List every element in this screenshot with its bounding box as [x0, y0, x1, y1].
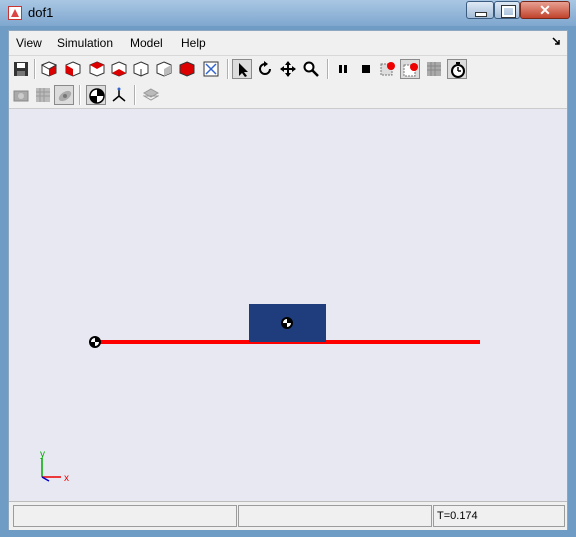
- matlab-app-icon[interactable]: [8, 6, 22, 20]
- mass-com-marker: [281, 317, 293, 329]
- title-bar[interactable]: dof1 ✕: [0, 0, 576, 26]
- grid-toggle-icon: [36, 88, 50, 102]
- view-right-icon: [133, 61, 149, 77]
- grid-button[interactable]: [424, 59, 444, 79]
- view-top-icon: [156, 61, 172, 77]
- scene-svg: y x: [40, 304, 480, 484]
- fit-view-button[interactable]: [201, 59, 221, 79]
- dock-arrow-icon[interactable]: [551, 37, 561, 50]
- timer-button[interactable]: [447, 59, 467, 79]
- camera-button[interactable]: [11, 85, 31, 105]
- frames-button[interactable]: [109, 85, 129, 105]
- view-right-button[interactable]: [131, 59, 151, 79]
- main-toolbar: [9, 56, 567, 82]
- axis-x-label: x: [64, 473, 69, 484]
- close-icon: ✕: [539, 2, 551, 18]
- axis-triad: y x: [40, 449, 69, 484]
- record-icon: [380, 62, 395, 76]
- layers-button[interactable]: [141, 85, 161, 105]
- simulation-time: T=0.174: [437, 510, 478, 522]
- frames-icon: [112, 87, 126, 102]
- eye-button[interactable]: [54, 85, 74, 105]
- menu-bar: View Simulation Model Help: [9, 31, 567, 56]
- axis-y-label: y: [40, 449, 45, 460]
- camera-icon: [13, 90, 29, 102]
- secondary-toolbar: [9, 82, 567, 109]
- zoom-icon: [303, 61, 319, 77]
- save-button[interactable]: [11, 59, 31, 79]
- zoom-button[interactable]: [301, 59, 321, 79]
- pan-icon: [280, 61, 296, 77]
- view-left-button[interactable]: [109, 59, 129, 79]
- view-left-icon: [111, 61, 127, 77]
- grid-toggle-button[interactable]: [33, 85, 53, 105]
- view-front-icon: [65, 61, 81, 77]
- menu-simulation[interactable]: Simulation: [57, 36, 113, 50]
- center-of-mass-button[interactable]: [86, 85, 106, 105]
- close-button[interactable]: ✕: [520, 1, 570, 19]
- ground-anchor-marker: [89, 336, 101, 348]
- select-button[interactable]: [232, 59, 252, 79]
- menu-view[interactable]: View: [16, 36, 42, 50]
- view-iso-button[interactable]: [39, 59, 59, 79]
- rotate-button[interactable]: [255, 59, 275, 79]
- select-icon: [239, 63, 248, 77]
- fit-view-icon: [203, 61, 219, 77]
- pause-button[interactable]: [333, 59, 353, 79]
- view-back-icon: [89, 61, 105, 77]
- view-bottom-button[interactable]: [177, 59, 197, 79]
- pan-button[interactable]: [278, 59, 298, 79]
- view-back-button[interactable]: [87, 59, 107, 79]
- status-cell-main: [13, 505, 237, 527]
- save-icon: [14, 62, 28, 76]
- visualization-canvas[interactable]: y x: [9, 109, 567, 501]
- rotate-icon: [259, 61, 271, 75]
- eye-icon: [58, 90, 72, 102]
- pause-icon: [339, 65, 347, 73]
- view-top-button[interactable]: [154, 59, 174, 79]
- application-window: dof1 ✕ View Simulation Model Help y x T=…: [0, 0, 576, 537]
- stop-icon: [362, 65, 370, 73]
- stop-button[interactable]: [356, 59, 376, 79]
- menu-model[interactable]: Model: [130, 36, 163, 50]
- client-area: View Simulation Model Help y x T=0.174: [8, 30, 568, 530]
- minimize-button[interactable]: [466, 1, 494, 19]
- center-of-mass-icon: [89, 88, 105, 104]
- view-front-button[interactable]: [63, 59, 83, 79]
- status-cell-middle: [238, 505, 432, 527]
- view-bottom-icon: [179, 61, 195, 77]
- record-settings-button[interactable]: [400, 59, 420, 79]
- timer-icon: [451, 62, 465, 78]
- maximize-button[interactable]: [494, 1, 520, 19]
- layers-icon: [143, 88, 159, 101]
- window-title: dof1: [28, 5, 54, 20]
- record-settings-icon: [403, 63, 418, 77]
- record-button[interactable]: [378, 59, 398, 79]
- status-bar: T=0.174: [9, 501, 567, 530]
- grid-icon: [427, 62, 441, 76]
- view-iso-icon: [41, 61, 57, 77]
- menu-help[interactable]: Help: [181, 36, 206, 50]
